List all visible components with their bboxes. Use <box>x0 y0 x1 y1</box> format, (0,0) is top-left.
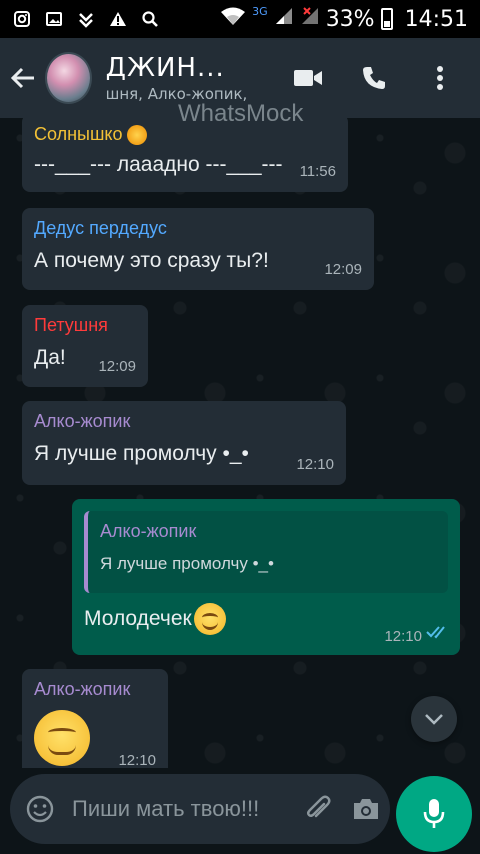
message-bubble-incoming[interactable]: Алко-жопик 12:10 <box>22 669 168 768</box>
message-input[interactable]: Пиши мать твою!!! <box>70 795 294 824</box>
phone-icon <box>363 67 385 89</box>
message-text: ---___--- лааадно ---___--- <box>34 153 283 176</box>
message-time: 12:09 <box>98 358 136 375</box>
chat-title: ДЖИН... <box>105 53 225 83</box>
emoji-button[interactable] <box>10 774 70 844</box>
voice-call-button[interactable] <box>350 54 398 102</box>
sun-emoji-icon <box>126 124 147 145</box>
message-time: 12:10 <box>118 752 156 768</box>
status-bar-right: 3G 33% 14:51 <box>220 4 468 32</box>
instagram-icon <box>12 9 32 29</box>
scroll-to-bottom-button[interactable] <box>411 696 457 742</box>
status-bar: 3G 33% 14:51 <box>0 0 480 38</box>
header-actions <box>284 54 480 102</box>
video-call-icon <box>294 70 322 86</box>
arrow-left-icon <box>11 67 35 89</box>
message-bubble-incoming[interactable]: Дедус пердедус А почему это сразу ты?! 1… <box>22 208 374 290</box>
message-bubble-outgoing[interactable]: Алко-жопик Я лучше промолчу •_• Молодече… <box>72 499 460 655</box>
more-options-button[interactable] <box>416 54 464 102</box>
more-vertical-icon <box>437 66 443 90</box>
camera-icon <box>354 799 378 819</box>
search-icon <box>140 9 160 29</box>
chat-title-block[interactable]: ДЖИН... шня, Алко-жопик, <box>106 53 284 103</box>
group-avatar[interactable] <box>44 52 92 104</box>
message-input-container[interactable]: Пиши мать твою!!! <box>10 774 390 844</box>
message-text: Я лучше промолчу •_• <box>34 442 249 465</box>
message-bubble-incoming[interactable]: Алко-жопик Я лучше промолчу •_• 12:10 <box>22 401 346 485</box>
message-sender: Дедус пердедус <box>34 218 167 238</box>
compose-bar: Пиши мать твою!!! <box>0 768 480 854</box>
image-icon <box>44 9 64 29</box>
message-time: 12:10 <box>296 456 334 473</box>
emoji-icon <box>26 795 54 823</box>
mic-icon <box>423 799 445 828</box>
message-sender: Алко-жопик <box>34 411 131 431</box>
message-text: А почему это сразу ты?! <box>34 249 269 272</box>
message-time: 12:10 <box>384 628 422 645</box>
message-text: Молодечек <box>84 607 192 630</box>
message-time: 11:56 <box>299 163 336 180</box>
attach-button[interactable] <box>294 774 342 844</box>
wifi-icon <box>220 6 246 32</box>
message-time: 12:09 <box>324 261 362 278</box>
smiling-face-emoji-icon <box>193 603 226 635</box>
quoted-sender: Алко-жопик <box>100 521 197 541</box>
quoted-text: Я лучше промолчу •_• <box>100 554 274 573</box>
watermark: WhatsMock <box>178 100 304 127</box>
network-type-label: 3G <box>252 4 268 18</box>
message-sender: Петушня <box>34 315 108 335</box>
quoted-reply[interactable]: Алко-жопик Я лучше промолчу •_• <box>84 511 448 593</box>
double-check-read-icon <box>426 624 450 643</box>
message-list[interactable]: Солнышко ---___--- лааадно ---___--- 11:… <box>0 118 480 768</box>
download-chevron-icon <box>76 9 96 29</box>
signal-icon <box>274 6 294 32</box>
chevron-down-icon <box>425 714 443 725</box>
message-text: Да! <box>34 346 66 369</box>
clock: 14:51 <box>404 6 468 32</box>
message-sender: Алко-жопик <box>34 679 131 699</box>
mic-button[interactable] <box>396 776 472 852</box>
signal-2-icon <box>300 6 320 32</box>
battery-icon <box>380 8 393 30</box>
message-sender: Солнышко <box>34 124 123 144</box>
smiling-face-emoji-icon <box>34 710 90 766</box>
message-bubble-incoming[interactable]: Солнышко ---___--- лааадно ---___--- 11:… <box>22 118 348 192</box>
back-button[interactable] <box>2 38 45 118</box>
battery-percent: 33% <box>325 6 375 32</box>
warning-icon <box>108 9 128 29</box>
status-bar-left-icons <box>12 9 160 29</box>
paperclip-icon <box>307 795 331 818</box>
camera-button[interactable] <box>342 774 390 844</box>
message-bubble-incoming[interactable]: Петушня Да! 12:09 <box>22 305 148 387</box>
video-call-button[interactable] <box>284 54 332 102</box>
